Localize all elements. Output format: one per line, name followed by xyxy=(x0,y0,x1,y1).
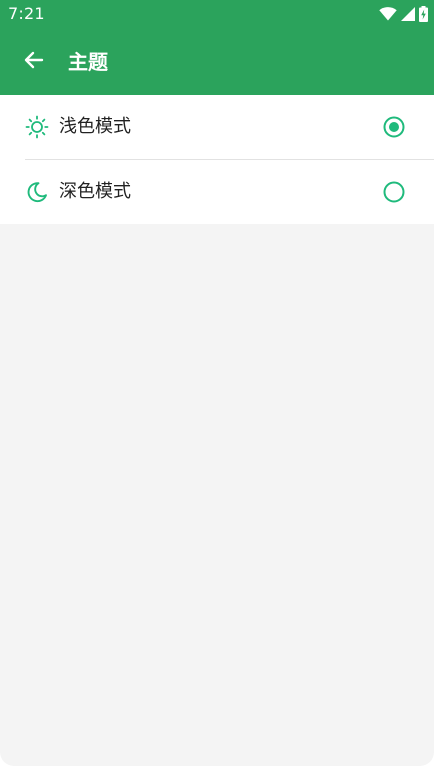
theme-options-list: 浅色模式 深色模式 xyxy=(0,95,434,224)
wifi-icon xyxy=(379,7,397,21)
theme-settings-screen: 7:21 主题 浅色模式 深色模式 xyxy=(0,0,434,766)
status-icons xyxy=(379,5,428,23)
battery-icon xyxy=(419,6,428,22)
theme-option-dark-label: 深色模式 xyxy=(59,181,131,202)
back-button[interactable] xyxy=(10,38,58,86)
status-time: 7:21 xyxy=(8,4,45,23)
radio-selected[interactable] xyxy=(383,116,405,138)
radio-unselected[interactable] xyxy=(383,181,405,203)
theme-option-light[interactable]: 浅色模式 xyxy=(0,95,434,159)
status-bar: 7:21 xyxy=(0,0,434,28)
moon-icon xyxy=(25,180,49,204)
app-bar: 主题 xyxy=(0,28,434,95)
arrow-back-icon xyxy=(22,48,46,76)
page-title: 主题 xyxy=(68,50,108,74)
theme-option-dark[interactable]: 深色模式 xyxy=(0,160,434,224)
theme-option-light-label: 浅色模式 xyxy=(59,116,131,137)
signal-icon xyxy=(401,7,415,21)
sun-icon xyxy=(25,115,49,139)
